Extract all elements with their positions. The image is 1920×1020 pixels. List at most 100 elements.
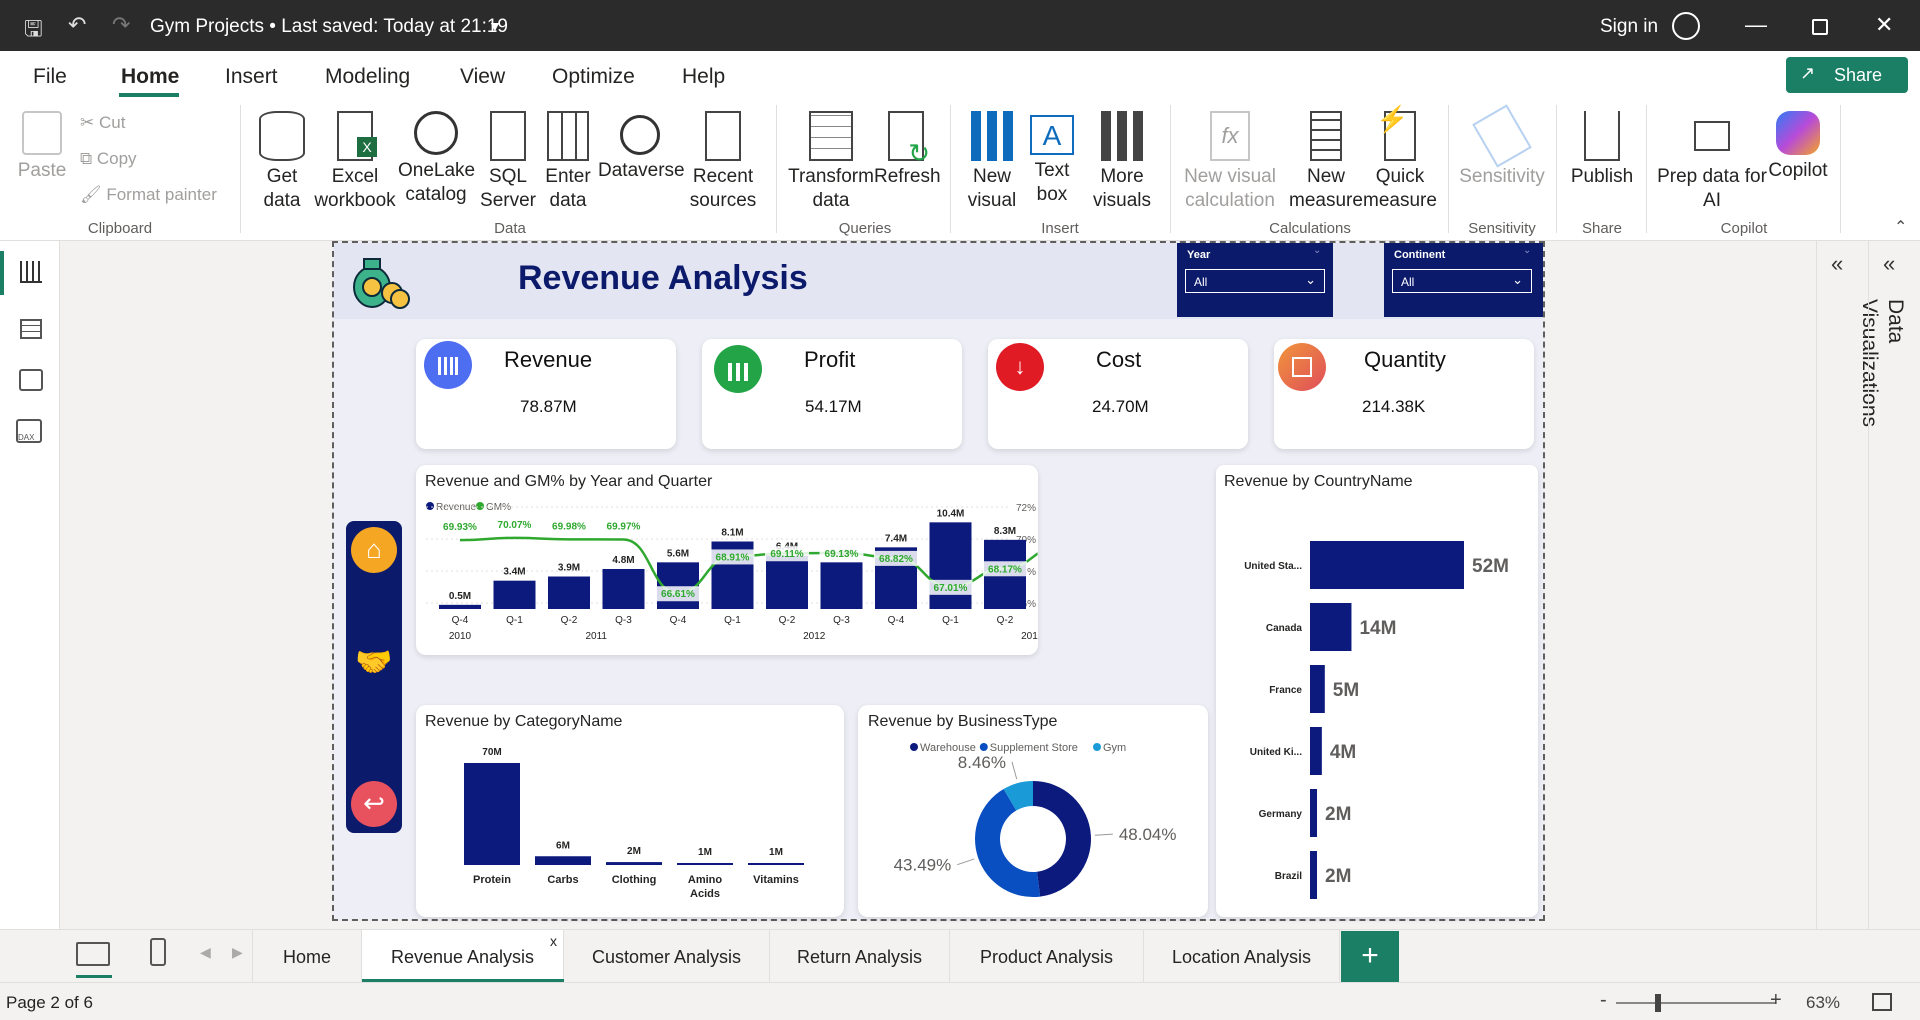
account-icon[interactable] xyxy=(1672,12,1700,40)
calculations-group-label: Calculations xyxy=(1269,220,1351,237)
redo-icon[interactable]: ↷ xyxy=(112,12,130,38)
sign-in-link[interactable]: Sign in xyxy=(1600,16,1658,38)
add-page-button[interactable]: + xyxy=(1341,931,1399,982)
transform-icon xyxy=(809,111,853,161)
category-chart: 70M Protein 6M Carbs 2M Clothing 1M Amino Acids 1… xyxy=(464,747,804,900)
fit-to-page-icon[interactable] xyxy=(1872,993,1892,1011)
country-chart-card[interactable]: Revenue by CountryName United Sta... 52M C… xyxy=(1216,465,1538,917)
country-tick-label: Brazil xyxy=(1275,871,1302,882)
menu-help[interactable]: Help xyxy=(682,65,725,89)
text-box-button[interactable]: A Text box xyxy=(1024,111,1080,207)
prep-data-for-ai-button[interactable]: Prep data for AI xyxy=(1656,111,1768,213)
gm-data-label: 69.97% xyxy=(607,521,641,532)
continent-dropdown[interactable]: All ⌄ xyxy=(1392,269,1532,293)
close-icon[interactable]: ✕ xyxy=(1875,12,1893,38)
tab-revenue-analysis[interactable]: Revenue Analysis x xyxy=(362,930,564,983)
transform-data-button[interactable]: Transform data xyxy=(788,111,874,213)
ribbon: Paste ✂ Cut ⧉ Copy 🖌 Format painter Clip… xyxy=(0,99,1920,241)
country-chart: United Sta... 52M Canada 14M France 5M United … xyxy=(1244,541,1509,899)
minimize-icon[interactable]: — xyxy=(1745,12,1767,38)
new-visual-button[interactable]: New visual xyxy=(962,111,1022,213)
maximize-icon[interactable] xyxy=(1812,19,1828,35)
paste-icon xyxy=(22,111,62,155)
year-slicer[interactable]: Year ⌄ All ⌄ xyxy=(1177,243,1333,317)
report-view-icon[interactable] xyxy=(20,261,42,283)
revenue-data-label: 4.8M xyxy=(612,555,634,566)
excel-workbook-button[interactable]: X Excel workbook xyxy=(314,111,396,213)
home-icon[interactable]: ⌂ xyxy=(351,527,397,573)
separator xyxy=(1448,105,1449,233)
revenue-gm-chart-card[interactable]: Revenue and GM% by Year and Quarter Reve… xyxy=(416,465,1038,655)
new-visual-calculation-button[interactable]: fx New visual calculation xyxy=(1180,111,1280,213)
dataverse-button[interactable]: Dataverse xyxy=(598,111,685,183)
copilot-button[interactable]: Copilot xyxy=(1760,111,1836,183)
continent-slicer[interactable]: Continent ⌄ All ⌄ xyxy=(1384,243,1543,317)
title-dropdown-icon[interactable]: ▼ xyxy=(488,18,502,34)
business-type-chart-card[interactable]: Revenue by BusinessType Warehouse Supplem… xyxy=(858,705,1208,917)
zoom-slider-thumb[interactable] xyxy=(1655,994,1661,1012)
handshake-icon[interactable]: 🤝 xyxy=(352,641,396,685)
zoom-in-button[interactable]: + xyxy=(1770,989,1782,1012)
tab-label: Product Analysis xyxy=(979,947,1114,967)
menu-modeling[interactable]: Modeling xyxy=(325,65,410,89)
kpi-card-cost[interactable]: ↓ Cost 24.70M xyxy=(988,339,1248,449)
tab-product-analysis[interactable]: Product Analysis xyxy=(950,930,1144,983)
desktop-layout-icon[interactable] xyxy=(76,942,110,966)
menu-insert[interactable]: Insert xyxy=(225,65,278,89)
data-pane-collapsed[interactable]: « Data xyxy=(1868,241,1920,929)
save-icon[interactable]: 🖫 xyxy=(24,12,43,50)
status-bar: Page 2 of 6 - + 63% xyxy=(0,982,1920,1020)
cost-down-icon: ↓ xyxy=(996,343,1044,391)
sql-server-button[interactable]: SQL Server xyxy=(480,111,536,213)
quick-measure-button[interactable]: ⚡ Quick measure xyxy=(1362,106,1438,213)
model-view-icon[interactable] xyxy=(19,369,43,391)
scroll-left-icon[interactable]: ◀ xyxy=(200,944,211,961)
zoom-slider[interactable] xyxy=(1616,1002,1776,1004)
kpi-card-profit[interactable]: Profit 54.17M xyxy=(702,339,962,449)
enter-data-button[interactable]: Enter data xyxy=(540,111,596,213)
revenue-data-label: 3.9M xyxy=(558,563,580,574)
tab-home[interactable]: Home xyxy=(252,930,362,983)
menu-home[interactable]: Home xyxy=(121,65,179,89)
undo-icon[interactable]: ↶ xyxy=(68,12,86,38)
menu-optimize[interactable]: Optimize xyxy=(552,65,635,89)
scroll-right-icon[interactable]: ▶ xyxy=(232,944,243,961)
category-chart-card[interactable]: Revenue by CategoryName 70M Protein 6M Carb… xyxy=(416,705,844,917)
expand-icon[interactable]: « xyxy=(1883,251,1895,277)
back-icon[interactable]: ↩ xyxy=(351,781,397,827)
tab-location-analysis[interactable]: Location Analysis xyxy=(1144,930,1340,983)
chart-title: Revenue by BusinessType xyxy=(868,713,1058,730)
category-bar xyxy=(606,862,662,865)
new-measure-button[interactable]: New measure xyxy=(1286,111,1366,213)
visualizations-pane-collapsed[interactable]: « Visualizations xyxy=(1816,241,1881,929)
paste-button[interactable]: Paste xyxy=(14,111,70,183)
table-view-icon[interactable] xyxy=(20,319,42,339)
mobile-layout-icon[interactable] xyxy=(150,938,166,966)
expand-icon[interactable]: « xyxy=(1831,251,1843,277)
dax-query-view-icon[interactable]: DAX xyxy=(16,419,42,443)
menu-file[interactable]: File xyxy=(33,65,67,89)
collapse-ribbon-icon[interactable]: ⌃ xyxy=(1894,217,1907,237)
onelake-catalog-button[interactable]: OneLake catalog xyxy=(398,111,475,207)
tab-return-analysis[interactable]: Return Analysis xyxy=(770,930,950,983)
copy-button[interactable]: ⧉ Copy xyxy=(80,149,137,169)
page-title: Revenue Analysis xyxy=(518,259,808,297)
recent-sources-button[interactable]: Recent sources xyxy=(684,111,762,213)
close-tab-icon[interactable]: x xyxy=(550,933,557,949)
share-button[interactable]: Share ↗ xyxy=(1786,57,1908,93)
tab-customer-analysis[interactable]: Customer Analysis xyxy=(564,930,770,983)
kpi-card-revenue[interactable]: Revenue 78.87M xyxy=(416,339,676,449)
onelake-icon xyxy=(414,111,458,155)
kpi-card-quantity[interactable]: Quantity 214.38K xyxy=(1274,339,1534,449)
cut-button[interactable]: ✂ Cut xyxy=(80,113,125,133)
refresh-button[interactable]: ↻ Refresh xyxy=(874,111,941,189)
year-dropdown[interactable]: All ⌄ xyxy=(1185,269,1325,293)
get-data-button[interactable]: Get data xyxy=(252,111,312,213)
format-painter-button[interactable]: 🖌 Format painter xyxy=(80,185,217,205)
leader-line xyxy=(1011,761,1018,780)
publish-button[interactable]: Publish xyxy=(1566,111,1638,189)
sensitivity-button[interactable]: Sensitivity xyxy=(1456,104,1548,189)
more-visuals-button[interactable]: More visuals xyxy=(1090,111,1154,213)
zoom-out-button[interactable]: - xyxy=(1600,989,1607,1012)
menu-view[interactable]: View xyxy=(460,65,505,89)
